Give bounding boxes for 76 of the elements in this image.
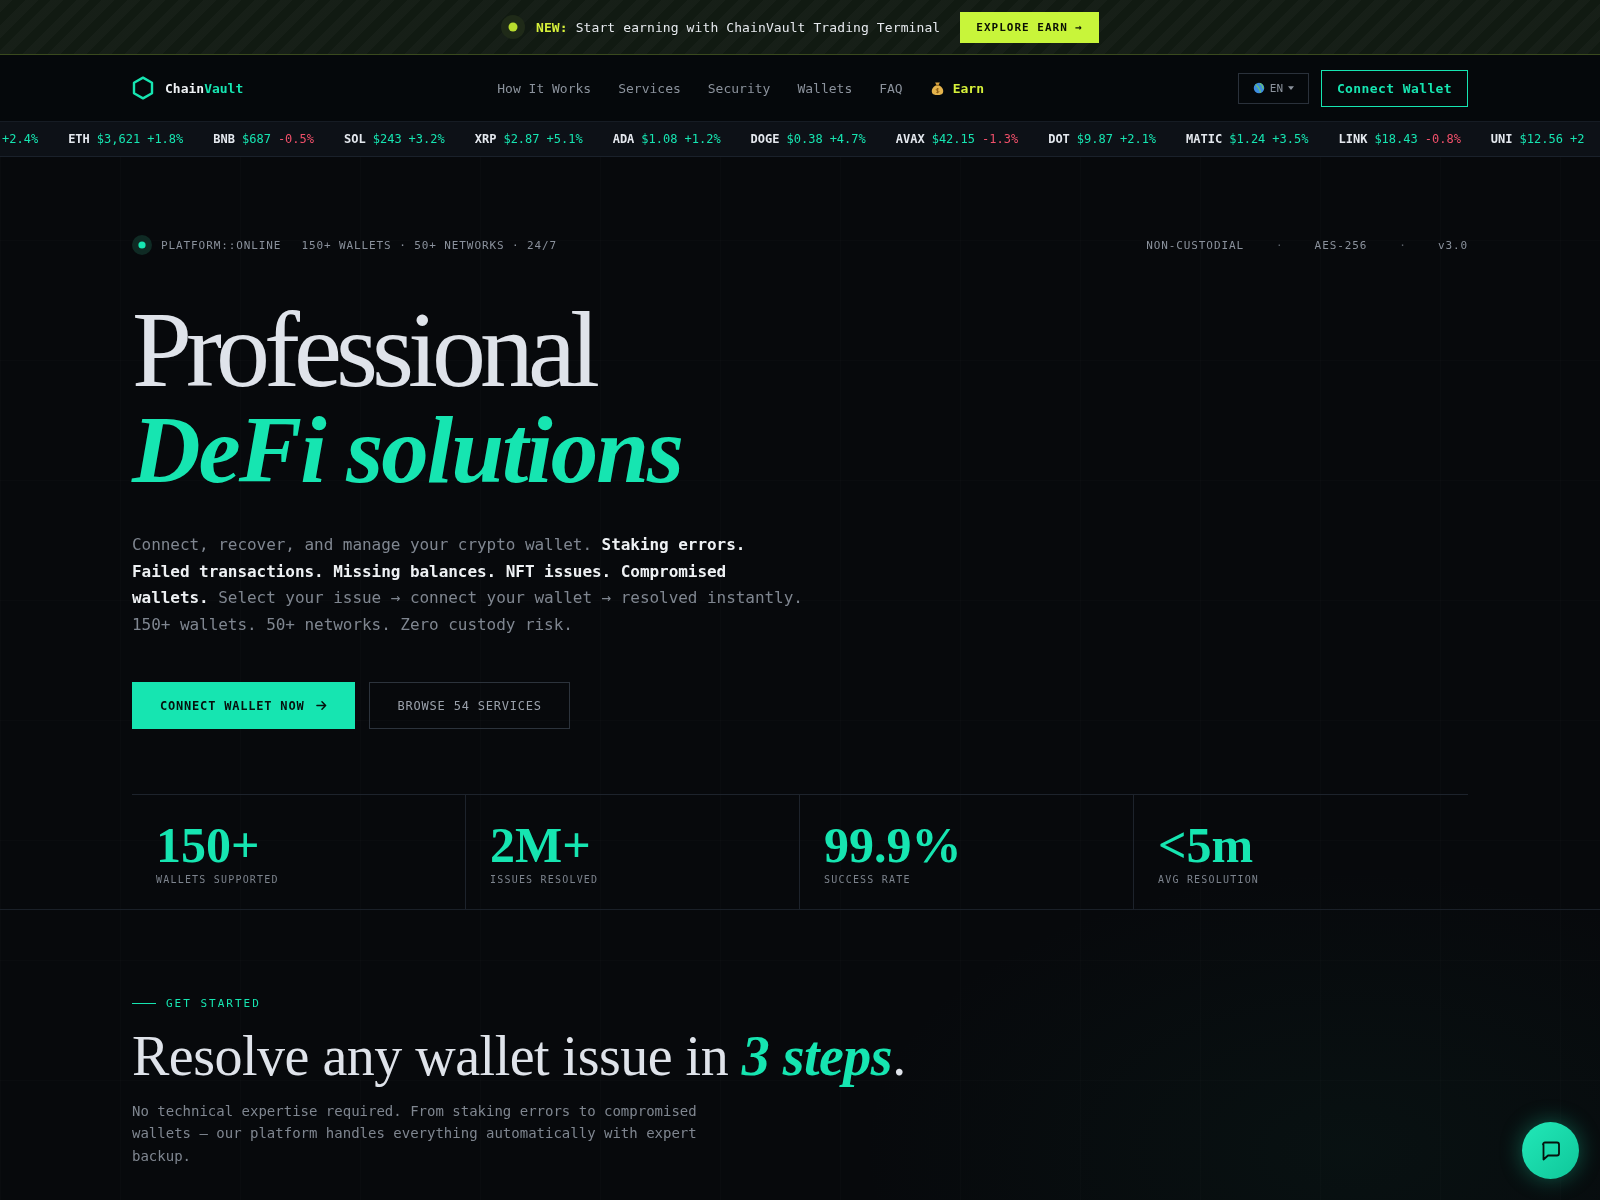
ticker-change: +1.2% <box>684 132 721 146</box>
ticker-symbol: ETH <box>68 132 90 146</box>
ticker-symbol: DOT <box>1048 132 1070 146</box>
ticker-change: +3.2% <box>408 132 445 146</box>
ticker-price: $18.43 <box>1374 132 1418 146</box>
chat-bubble-icon <box>1539 1139 1562 1162</box>
ticker-change: +2 <box>1569 132 1585 146</box>
browse-services-button[interactable]: BROWSE 54 SERVICES <box>369 682 570 729</box>
stat-label: AVG RESOLUTION <box>1158 873 1260 887</box>
platform-status: PLATFORM::ONLINE <box>161 238 282 252</box>
dot-separator: · <box>1399 238 1406 252</box>
arrow-right-icon <box>316 700 328 711</box>
money-bag-icon <box>929 80 945 96</box>
ticker-symbol: UNI <box>1490 132 1513 146</box>
nav-link[interactable]: Wallets <box>797 80 853 96</box>
status-dot-icon <box>501 15 525 39</box>
ticker-price: $243 <box>372 132 402 146</box>
stat-label: SUCCESS RATE <box>824 873 911 887</box>
hero-headline-accent: DeFi solutions <box>132 400 684 500</box>
hero-headline: Professional <box>132 300 594 400</box>
stat-value: <5m <box>1158 820 1254 870</box>
ticker-symbol: SOL <box>344 132 366 146</box>
ticker-change: +2.1% <box>1119 132 1157 146</box>
stat-value: 2M+ <box>490 820 591 870</box>
ticker-change: +2.4% <box>2 132 39 146</box>
security-tag: v3.0 <box>1437 238 1468 252</box>
nav-link[interactable]: FAQ <box>879 80 903 96</box>
brand-name[interactable]: ChainVault <box>165 80 244 96</box>
ticker-symbol: MATIC <box>1186 132 1223 146</box>
ticker-price: $1.24 <box>1229 132 1266 146</box>
announcement-text: NEW: Start earning with ChainVault Trading Terminal <box>536 19 941 35</box>
language-selector[interactable]: EN <box>1238 72 1309 104</box>
security-tag: NON-CUSTODIAL <box>1146 238 1244 252</box>
ticker-price: $42.15 <box>931 132 976 146</box>
ticker-change: +1.8% <box>147 132 184 146</box>
hexagon-logo-icon <box>132 76 154 100</box>
ticker-change: +4.7% <box>829 132 866 146</box>
ticker-symbol: LINK <box>1338 132 1368 146</box>
ticker-symbol: DOGE <box>750 132 780 146</box>
ticker-symbol: AVAX <box>895 132 925 146</box>
ticker-symbol: XRP <box>474 132 497 146</box>
ticker-price: $3,621 <box>96 132 141 146</box>
section-description: No technical expertise required. From staking errors to compromised wallets — our platform handles everything automatically with expert backup. <box>132 1102 698 1166</box>
ticker-price: $1.08 <box>641 132 678 146</box>
stat-label: ISSUES RESOLVED <box>490 873 599 887</box>
nav-link[interactable]: Security <box>707 80 771 96</box>
ticker-symbol: ADA <box>612 132 635 146</box>
globe-icon <box>1252 82 1265 94</box>
connect-wallet-now-button[interactable]: CONNECT WALLET NOW <box>132 682 356 729</box>
platform-stats: 150+ WALLETS · 50+ NETWORKS · 24/7 <box>301 238 558 252</box>
dot-separator: · <box>1276 238 1283 252</box>
earn-link[interactable]: Earn <box>929 80 984 96</box>
ticker-change: +3.5% <box>1272 132 1309 146</box>
hero-description: Connect, recover, and manage your crypto wallet. Staking errors. Failed transactions. Missing balances. NFT issues. Compromised wallets. Select your issue → connect your wallet → resolved instantly. 150+ wallets. 50+ networks. Zero custody risk. <box>132 534 804 636</box>
ticker-price: $0.38 <box>786 132 823 146</box>
stat-label: WALLETS SUPPORTED <box>156 873 279 887</box>
ticker-change: -1.3% <box>982 132 1019 146</box>
ticker-change: -0.8% <box>1424 132 1461 146</box>
ticker-price: $687 <box>242 132 271 146</box>
ticker-change: -0.5% <box>277 132 314 146</box>
section-eyebrow: GET STARTED <box>166 996 261 1010</box>
stat-value: 150+ <box>156 820 260 870</box>
caret-icon <box>1288 86 1295 90</box>
ticker-change: +5.1% <box>546 132 583 146</box>
nav-link[interactable]: How It Works <box>497 80 592 96</box>
ticker-symbol: BNB <box>213 132 235 146</box>
chat-button[interactable] <box>1522 1122 1579 1179</box>
ticker-price: $12.56 <box>1519 132 1563 146</box>
security-tag: AES-256 <box>1314 238 1368 252</box>
explore-earn-button[interactable]: EXPLORE EARN → <box>960 11 1099 43</box>
section-heading: Resolve any wallet issue in 3 steps. <box>132 1026 906 1086</box>
ticker-price: $2.87 <box>503 132 540 146</box>
stat-value: 99.9% <box>824 820 962 870</box>
ticker-price: $9.87 <box>1076 132 1113 146</box>
connect-wallet-button[interactable]: Connect Wallet <box>1321 69 1468 107</box>
nav-link[interactable]: Services <box>618 80 681 96</box>
